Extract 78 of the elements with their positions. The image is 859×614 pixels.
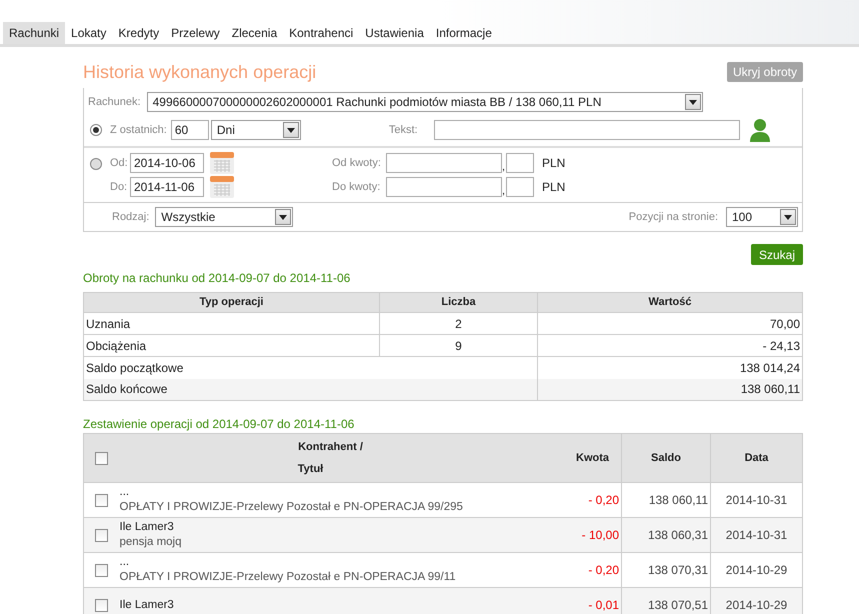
field-label: Z ostatnich:: [110, 122, 167, 138]
column-header: Tytuł: [296, 462, 324, 477]
calendar-icon[interactable]: [210, 176, 234, 198]
person-icon[interactable]: [748, 118, 772, 142]
field-label: Do:: [110, 180, 124, 195]
field-label: Tekst:: [388, 122, 418, 138]
table-cell: 2: [380, 312, 538, 334]
amount-cell: - 10,00: [542, 518, 622, 552]
section-title: Obroty na rachunku od 2014-09-07 do 2014-11-06: [83, 270, 352, 287]
page-title: Historia wykonanych operacji: [83, 61, 316, 84]
search-button[interactable]: Szukaj: [750, 244, 803, 265]
radio-button[interactable]: [90, 124, 102, 136]
nav-tab[interactable]: Kredyty: [112, 22, 166, 44]
table-cell: Saldo końcowe: [84, 378, 538, 400]
column-header: Kontrahent /: [297, 440, 364, 455]
decimal-separator: ,: [502, 161, 506, 173]
transfer-title-text: OPŁATY I PROWIZJE-Przelewy Pozostał e PN-OPERACJA 99/11: [120, 570, 457, 585]
checkbox[interactable]: [95, 598, 108, 612]
field-label: Pozycji na stronie:: [628, 210, 718, 225]
input-field[interactable]: [386, 153, 502, 173]
checkbox[interactable]: [95, 528, 108, 542]
column-header: Data: [710, 434, 802, 482]
table-cell: 70,00: [538, 312, 802, 334]
table-cell: 9: [380, 334, 538, 356]
radio-button[interactable]: [90, 158, 102, 170]
table-cell: 138 014,24: [538, 356, 802, 378]
transfer-title-text: pensja mojq: [120, 535, 183, 550]
counterparty-text: ...: [120, 555, 130, 570]
account-select[interactable]: 499660000700000002602000001 Rachunki podmiotów miasta BB / 138 060,11 PLN: [146, 92, 703, 112]
section-title: Zestawienie operacji od 2014-09-07 do 2014-11-06: [83, 416, 356, 433]
input-field[interactable]: 60: [170, 120, 209, 140]
balance-cell: 138 070,51: [622, 588, 710, 614]
currency-label: PLN: [542, 155, 566, 172]
nav-tab[interactable]: Kontrahenci: [283, 22, 360, 44]
nav-tab[interactable]: Ustawienia: [359, 22, 430, 44]
nav-tab[interactable]: Rachunki: [3, 22, 66, 44]
field-label: Rodzaj:: [112, 210, 150, 225]
checkbox[interactable]: [95, 494, 108, 506]
table-cell: - 24,13: [538, 334, 802, 356]
input-field[interactable]: [434, 120, 740, 140]
balance-cell: 138 060,31: [622, 518, 710, 552]
nav-tab[interactable]: Lokaty: [65, 22, 112, 44]
table-cell: Obciążenia: [84, 334, 380, 356]
column-header: Liczba: [380, 292, 538, 312]
nav-tab[interactable]: Zlecenia: [226, 22, 284, 44]
date-cell: 2014-10-31: [710, 482, 802, 518]
checkbox[interactable]: [95, 564, 108, 576]
input-field[interactable]: 2014-10-06: [130, 153, 204, 173]
date-cell: 2014-10-31: [710, 518, 802, 552]
field-label: Rachunek:: [88, 94, 141, 110]
counterparty-text: Ile Lamer3: [120, 520, 175, 535]
column-header: Wartość: [538, 292, 802, 312]
amount-cell: - 0,01: [542, 588, 622, 614]
column-header: Saldo: [622, 434, 710, 482]
transfer-title-text: OPŁATY I PROWIZJE-Przelewy Pozostał e PN-OPERACJA 99/295: [120, 500, 464, 515]
date-cell: 2014-10-29: [710, 588, 802, 614]
currency-label: PLN: [542, 179, 566, 196]
column-header: Typ operacji: [84, 292, 380, 312]
field-label: Od kwoty:: [332, 156, 382, 171]
counterparty-text: Ile Lamer3: [120, 598, 175, 612]
table-cell: Uznania: [84, 312, 380, 334]
nav-tab[interactable]: Informacje: [430, 22, 498, 44]
type-select[interactable]: Wszystkie: [155, 207, 294, 227]
input-field[interactable]: [506, 153, 534, 173]
per-page-select[interactable]: 100: [726, 207, 798, 227]
checkbox[interactable]: [95, 452, 108, 464]
calendar-icon[interactable]: [210, 152, 234, 174]
input-field[interactable]: [506, 177, 534, 197]
unit-select[interactable]: Dni: [210, 120, 301, 140]
column-header: Kwota: [542, 434, 622, 482]
date-cell: 2014-10-29: [710, 552, 802, 588]
nav-tab[interactable]: Przelewy: [165, 22, 226, 44]
counterparty-text: ...: [120, 485, 130, 500]
field-label: Do kwoty:: [332, 180, 382, 195]
decimal-separator: ,: [502, 185, 506, 197]
input-field[interactable]: [386, 177, 502, 197]
table-cell: 138 060,11: [538, 378, 802, 400]
input-field[interactable]: 2014-11-06: [130, 177, 204, 197]
